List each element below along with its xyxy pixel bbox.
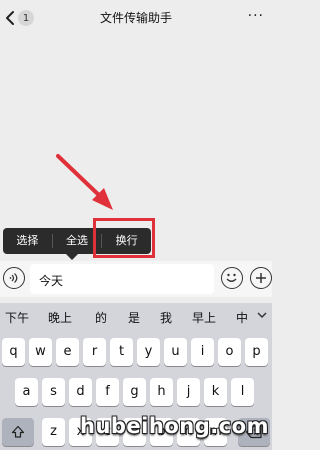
key-d[interactable]: d: [69, 378, 92, 406]
message-input-value: 今天: [39, 274, 64, 288]
key-r[interactable]: r: [83, 338, 106, 366]
key-a[interactable]: a: [15, 378, 38, 406]
key-j[interactable]: j: [177, 378, 200, 406]
key-s[interactable]: s: [42, 378, 65, 406]
shift-icon: [11, 425, 25, 438]
key-q[interactable]: q: [2, 338, 25, 366]
candidate[interactable]: 我: [160, 309, 172, 326]
key-y[interactable]: y: [137, 338, 160, 366]
watermark: hubeihong.com: [80, 414, 269, 438]
message-input[interactable]: 今天: [30, 264, 214, 294]
key-l[interactable]: l: [231, 378, 254, 406]
highlight-box: [93, 218, 155, 258]
chevron-down-icon[interactable]: [256, 307, 268, 326]
candidate[interactable]: 的: [95, 309, 107, 326]
chat-title: 文件传输助手: [99, 11, 172, 25]
input-bar: 今天: [0, 261, 272, 297]
key-f[interactable]: f: [96, 378, 119, 406]
nav-bar: 1 文件传输助手 ···: [0, 0, 272, 36]
key-u[interactable]: u: [164, 338, 187, 366]
emoji-button[interactable]: [221, 267, 243, 289]
context-menu-pointer: [66, 254, 78, 260]
key-p[interactable]: p: [245, 338, 268, 366]
candidate[interactable]: 是: [128, 309, 140, 326]
plus-button[interactable]: [250, 267, 272, 289]
key-o[interactable]: o: [218, 338, 241, 366]
key-h[interactable]: h: [150, 378, 173, 406]
emoji-icon: [226, 273, 237, 282]
more-icon[interactable]: ···: [248, 8, 264, 24]
candidate[interactable]: 中: [236, 309, 248, 326]
candidate[interactable]: 晚上: [48, 309, 72, 326]
voice-button[interactable]: [3, 267, 25, 289]
key-i[interactable]: i: [191, 338, 214, 366]
shift-key[interactable]: [2, 418, 34, 446]
key-z[interactable]: z: [42, 418, 65, 446]
voice-icon: [9, 273, 18, 283]
candidate[interactable]: 早上: [192, 309, 216, 326]
ime-candidate-bar: 下午 晚上 的 是 我 早上 中: [0, 303, 272, 333]
menu-item-select[interactable]: 选择: [3, 228, 52, 254]
key-g[interactable]: g: [123, 378, 146, 406]
plus-icon: [256, 273, 266, 283]
key-w[interactable]: w: [29, 338, 52, 366]
key-e[interactable]: e: [56, 338, 79, 366]
candidate[interactable]: 下午: [5, 309, 29, 326]
key-t[interactable]: t: [110, 338, 133, 366]
key-k[interactable]: k: [204, 378, 227, 406]
